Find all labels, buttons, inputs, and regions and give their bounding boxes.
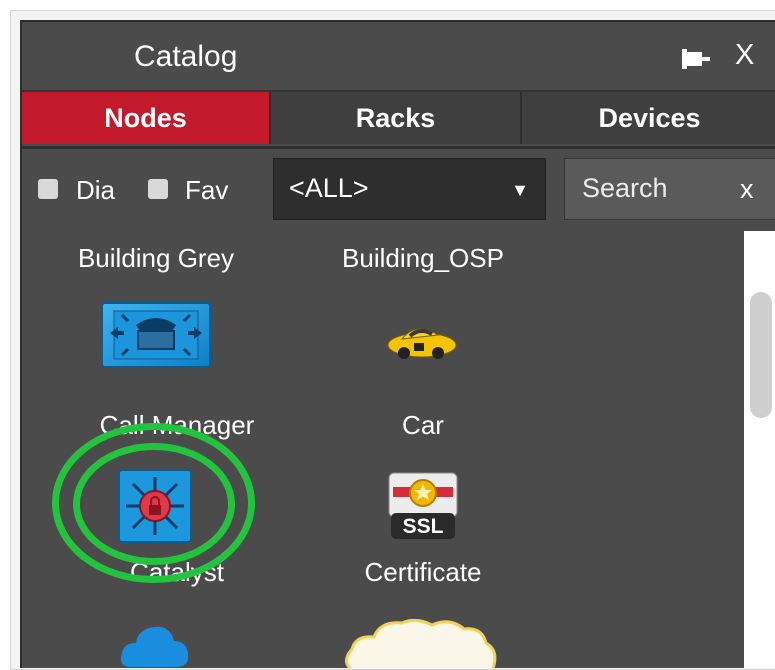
- tab-nodes[interactable]: Nodes: [22, 92, 271, 144]
- tab-racks[interactable]: Racks: [271, 92, 522, 144]
- item-label-call-manager[interactable]: Call Manager: [100, 410, 255, 441]
- category-select[interactable]: <ALL> ▼: [273, 158, 546, 220]
- item-label-building-osp[interactable]: Building_OSP: [342, 243, 504, 274]
- scrollbar-thumb[interactable]: [750, 292, 772, 418]
- dia-checkbox[interactable]: [38, 179, 58, 199]
- close-button[interactable]: X: [735, 39, 754, 72]
- search-clear-button[interactable]: x: [740, 174, 754, 205]
- catalog-tabs: Nodes Racks Devices: [22, 92, 775, 146]
- search-placeholder: Search: [582, 173, 668, 203]
- caret-down-icon: ▼: [511, 180, 529, 200]
- catalog-panel: Catalog X Nodes Racks Devices Dia Fav <A…: [20, 20, 775, 668]
- scrollbar-track[interactable]: [744, 231, 775, 668]
- panel-title: Catalog: [134, 40, 238, 73]
- cloud-icon[interactable]: [118, 619, 192, 668]
- item-label-certificate[interactable]: Certificate: [364, 557, 481, 588]
- catalog-titlebar: Catalog X: [22, 22, 775, 92]
- select-value: <ALL>: [289, 173, 369, 203]
- car-icon[interactable]: [386, 319, 458, 361]
- search-input[interactable]: Search x: [564, 158, 775, 220]
- cloud-icon[interactable]: [340, 617, 506, 668]
- filter-bar: Dia Fav <ALL> ▼ Search x: [22, 149, 775, 229]
- svg-text:SSL: SSL: [403, 515, 444, 538]
- fav-label: Fav: [185, 175, 229, 205]
- item-label-building-grey[interactable]: Building Grey: [78, 243, 234, 274]
- item-label-catalyst[interactable]: Catalyst: [130, 557, 224, 588]
- ssl-certificate-icon[interactable]: SSL: [386, 469, 460, 543]
- pin-icon[interactable]: [678, 48, 710, 70]
- tab-devices[interactable]: Devices: [522, 92, 775, 144]
- call-manager-icon[interactable]: [100, 299, 212, 371]
- fav-checkbox[interactable]: [148, 179, 168, 199]
- dia-label: Dia: [76, 175, 116, 205]
- item-label-car[interactable]: Car: [402, 410, 444, 441]
- node-catalog-grid: Building Grey Building_OSP Call Manager …: [22, 231, 744, 668]
- catalyst-switch-icon[interactable]: [116, 467, 194, 545]
